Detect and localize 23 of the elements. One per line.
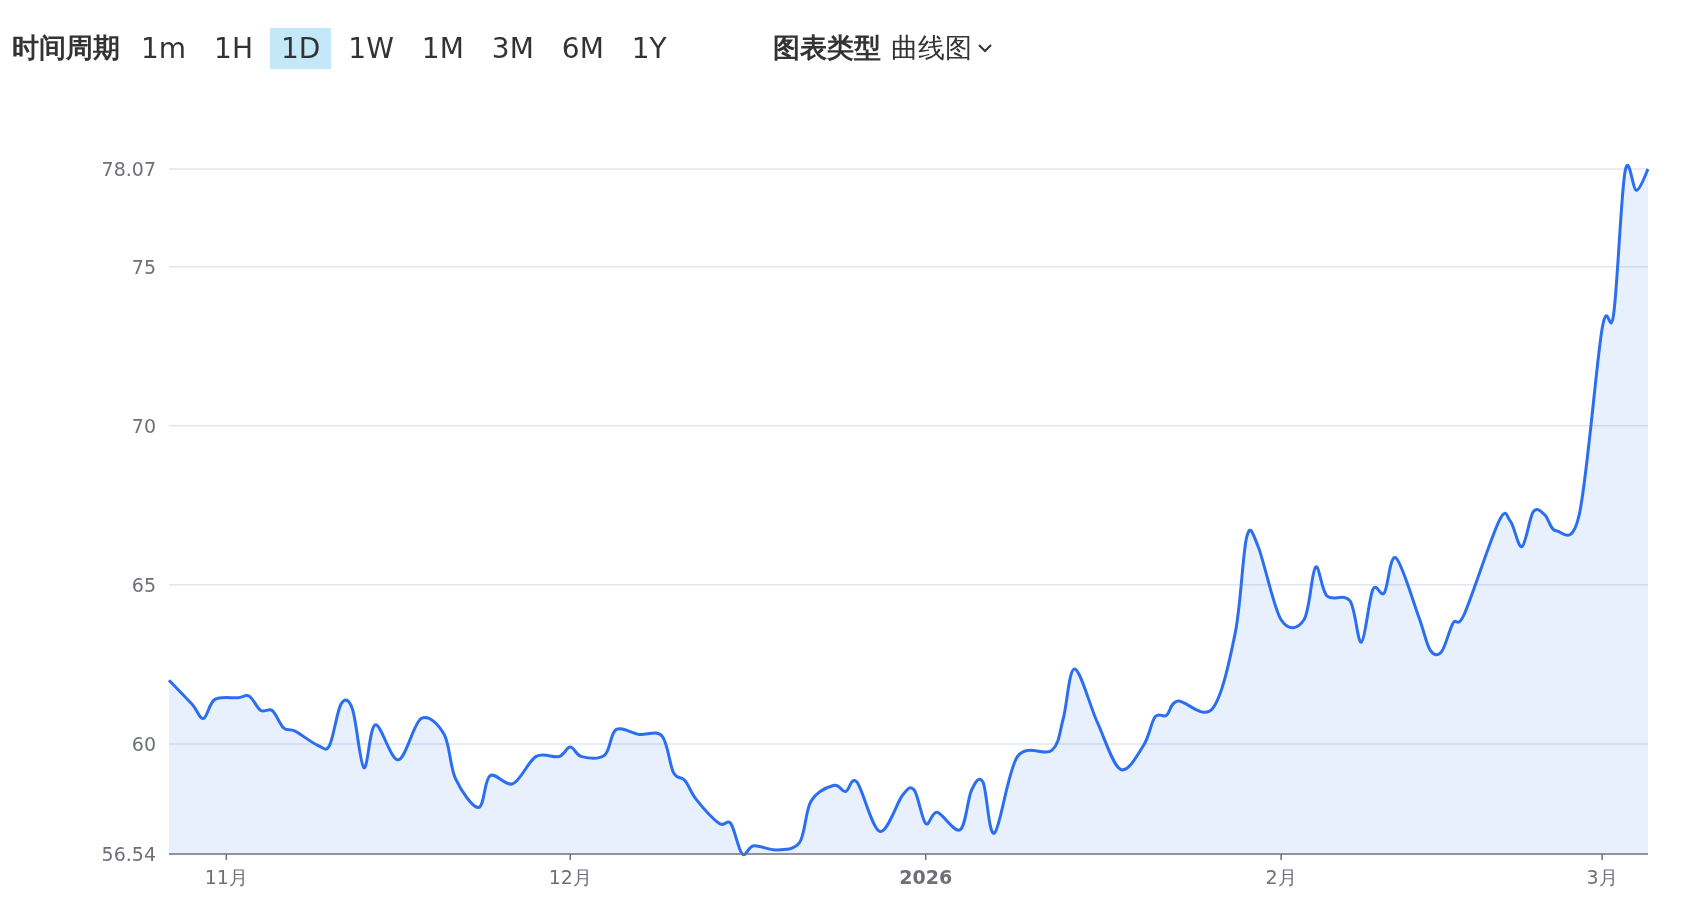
axis-label: 11月: [204, 866, 248, 888]
axis-label: 78.07: [101, 158, 156, 180]
chevron-down-icon: [977, 43, 992, 53]
axis-label: 12月: [548, 866, 592, 888]
chart-type-label: 图表类型: [772, 31, 881, 65]
axis-label: 56.54: [101, 843, 156, 865]
period-tab[interactable]: 1Y: [620, 27, 678, 69]
period-tab[interactable]: 1H: [203, 27, 264, 69]
axis-label: 60: [131, 732, 156, 755]
axis-label: 3月: [1586, 866, 1618, 888]
period-tab[interactable]: 1M: [410, 27, 475, 69]
period-tab[interactable]: 1D: [269, 27, 332, 69]
period-tab[interactable]: 3M: [480, 27, 545, 69]
axis-label: 2026: [899, 866, 953, 888]
axis-label: 65: [131, 573, 156, 596]
chart-type-dropdown[interactable]: 曲线图: [890, 30, 992, 66]
period-tab[interactable]: 1W: [337, 27, 405, 69]
period-tab[interactable]: 1m: [130, 27, 198, 69]
time-period-label: 时间周期: [12, 31, 120, 65]
axis-label: 70: [131, 414, 156, 437]
period-tab[interactable]: 6M: [550, 27, 615, 69]
axis-label: 75: [131, 255, 156, 278]
axis-label: 2月: [1265, 866, 1297, 888]
